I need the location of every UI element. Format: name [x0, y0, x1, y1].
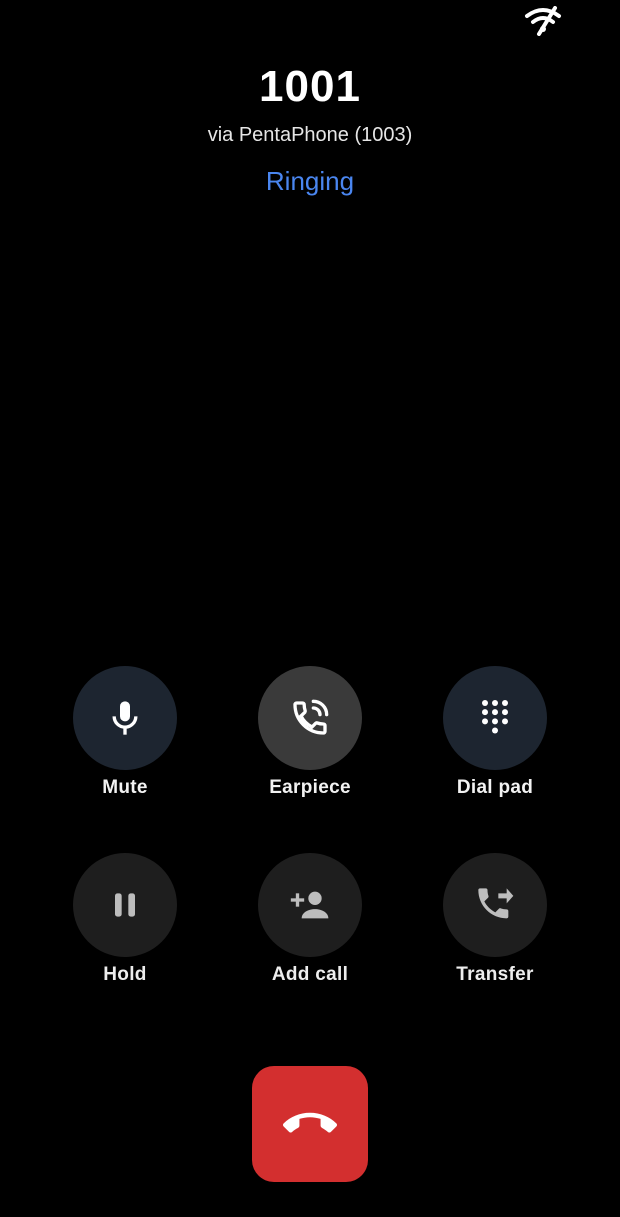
hold-label: Hold: [103, 964, 147, 985]
earpiece-label: Earpiece: [269, 777, 351, 798]
call-state: Ringing: [265, 166, 355, 196]
end-call-icon: [283, 1112, 337, 1133]
end-call-button[interactable]: [252, 1066, 368, 1182]
microphone-icon: [112, 701, 138, 735]
earpiece-button[interactable]: [258, 666, 362, 770]
caller-via: via PentaPhone (1003): [207, 124, 413, 146]
dialpad-icon: [482, 700, 508, 734]
add-person-icon: [290, 891, 329, 919]
mute-label: Mute: [102, 777, 148, 798]
mute-button[interactable]: [73, 666, 177, 770]
transfer-icon: [478, 888, 514, 919]
add-call-button[interactable]: [258, 853, 362, 957]
dialpad-button[interactable]: [443, 666, 547, 770]
dialpad-label: Dial pad: [456, 777, 534, 798]
transfer-label: Transfer: [456, 964, 534, 985]
caller-number: 1001: [259, 62, 361, 111]
add-call-label: Add call: [271, 964, 349, 985]
hold-button[interactable]: [73, 853, 177, 957]
pause-icon: [115, 893, 135, 917]
transfer-button[interactable]: [443, 853, 547, 957]
wifi-off-icon: [524, 6, 562, 36]
earpiece-icon: [293, 699, 329, 735]
